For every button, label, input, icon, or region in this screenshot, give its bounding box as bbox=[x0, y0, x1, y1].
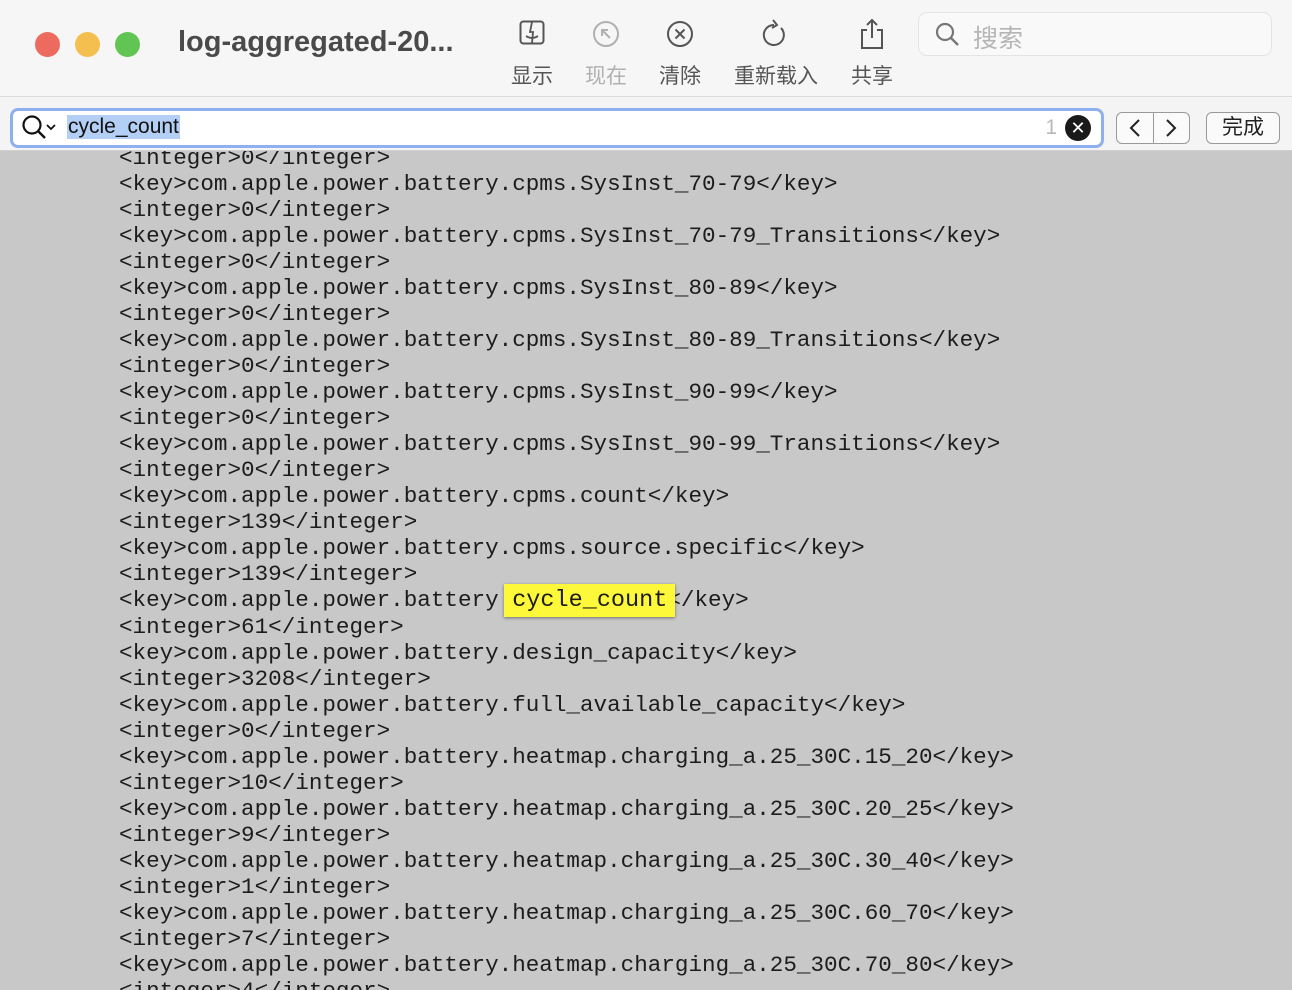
toolbar-clear-label: 清除 bbox=[656, 60, 704, 90]
previous-match-button[interactable] bbox=[1117, 113, 1154, 143]
window-title: log-aggregated-20... bbox=[178, 26, 454, 59]
match-count: 1 bbox=[1045, 116, 1057, 140]
search-options-icon[interactable] bbox=[21, 114, 61, 147]
finder-icon bbox=[508, 14, 556, 54]
chevron-right-icon bbox=[1165, 118, 1177, 138]
toolbar-now-label: 现在 bbox=[582, 60, 630, 90]
log-line: <key>com.apple.power.battery.cpms.SysIns… bbox=[119, 379, 1014, 405]
find-input-value: cycle_count bbox=[67, 115, 180, 139]
toolbar-share-label: 共享 bbox=[848, 60, 896, 90]
log-line: <key>com.apple.power.battery.cpms.SysIns… bbox=[119, 275, 1014, 301]
find-bar: cycle_count 1 ✕ 完成 bbox=[0, 97, 1292, 151]
log-line: <key>com.apple.power.battery.cpms.count<… bbox=[119, 483, 1014, 509]
log-line-prefix: <key>com.apple.power.battery. bbox=[119, 587, 512, 613]
find-input[interactable]: cycle_count 1 ✕ bbox=[10, 108, 1104, 148]
search-placeholder: 搜索 bbox=[973, 19, 1023, 55]
toolbar-show-button[interactable]: 显示 bbox=[508, 14, 556, 90]
log-content[interactable]: <integer>0</integer><key>com.apple.power… bbox=[0, 151, 1292, 990]
close-icon: ✕ bbox=[1070, 118, 1085, 138]
toolbar-reload-button[interactable]: 重新载入 bbox=[730, 14, 822, 90]
toolbar-now-button[interactable]: 现在 bbox=[582, 14, 630, 90]
log-line: <integer>139</integer> bbox=[119, 509, 1014, 535]
search-field[interactable]: 搜索 bbox=[918, 12, 1272, 56]
toolbar-reload-label: 重新载入 bbox=[730, 60, 822, 90]
close-button[interactable] bbox=[35, 32, 60, 57]
log-line-suffix: </key> bbox=[667, 587, 748, 613]
log-lines: <integer>0</integer><key>com.apple.power… bbox=[119, 151, 1014, 990]
chevron-left-icon bbox=[1129, 118, 1141, 138]
find-match-highlight: cycle_count bbox=[504, 584, 675, 617]
log-line: <key>com.apple.power.battery.cpms.SysIns… bbox=[119, 431, 1014, 457]
clear-circle-icon bbox=[656, 14, 704, 54]
log-line: <integer>0</integer> bbox=[119, 353, 1014, 379]
log-line: <integer>4</integer> bbox=[119, 978, 1014, 990]
search-icon bbox=[935, 22, 961, 53]
clear-find-button[interactable]: ✕ bbox=[1065, 115, 1091, 141]
log-line-match: <key>com.apple.power.battery.cycle_count… bbox=[119, 587, 1014, 614]
reload-icon bbox=[730, 14, 822, 54]
log-line: <integer>0</integer> bbox=[119, 197, 1014, 223]
log-line: <integer>61</integer> bbox=[119, 614, 1014, 640]
zoom-button[interactable] bbox=[115, 32, 140, 57]
log-line: <integer>9</integer> bbox=[119, 822, 1014, 848]
log-line: <key>com.apple.power.battery.cpms.SysIns… bbox=[119, 171, 1014, 197]
done-button[interactable]: 完成 bbox=[1206, 112, 1280, 144]
log-line: <integer>3208</integer> bbox=[119, 666, 1014, 692]
log-line: <key>com.apple.power.battery.heatmap.cha… bbox=[119, 900, 1014, 926]
log-line: <key>com.apple.power.battery.design_capa… bbox=[119, 640, 1014, 666]
share-icon bbox=[848, 14, 896, 54]
log-line: <key>com.apple.power.battery.heatmap.cha… bbox=[119, 952, 1014, 978]
log-line: <key>com.apple.power.battery.cpms.SysIns… bbox=[119, 327, 1014, 353]
log-line: <integer>0</integer> bbox=[119, 301, 1014, 327]
minimize-button[interactable] bbox=[75, 32, 100, 57]
log-line: <key>com.apple.power.battery.cpms.SysIns… bbox=[119, 223, 1014, 249]
log-line: <key>com.apple.power.battery.heatmap.cha… bbox=[119, 744, 1014, 770]
next-match-button[interactable] bbox=[1154, 113, 1190, 143]
log-line: <key>com.apple.power.battery.full_availa… bbox=[119, 692, 1014, 718]
log-line: <key>com.apple.power.battery.heatmap.cha… bbox=[119, 796, 1014, 822]
log-line: <integer>0</integer> bbox=[119, 405, 1014, 431]
find-navigation bbox=[1116, 112, 1190, 144]
log-line: <integer>0</integer> bbox=[119, 457, 1014, 483]
log-line: <integer>7</integer> bbox=[119, 926, 1014, 952]
log-line: <integer>0</integer> bbox=[119, 151, 1014, 171]
title-bar: log-aggregated-20... 显示 现在 清除 重新载入 共享 搜索 bbox=[0, 0, 1292, 97]
log-line: <integer>0</integer> bbox=[119, 249, 1014, 275]
toolbar-clear-button[interactable]: 清除 bbox=[656, 14, 704, 90]
toolbar-show-label: 显示 bbox=[508, 60, 556, 90]
log-line: <integer>1</integer> bbox=[119, 874, 1014, 900]
log-line: <key>com.apple.power.battery.heatmap.cha… bbox=[119, 848, 1014, 874]
log-line: <integer>0</integer> bbox=[119, 718, 1014, 744]
arrow-up-left-circle-icon bbox=[582, 14, 630, 54]
log-line: <key>com.apple.power.battery.cpms.source… bbox=[119, 535, 1014, 561]
toolbar-share-button[interactable]: 共享 bbox=[848, 14, 896, 90]
log-line: <integer>10</integer> bbox=[119, 770, 1014, 796]
